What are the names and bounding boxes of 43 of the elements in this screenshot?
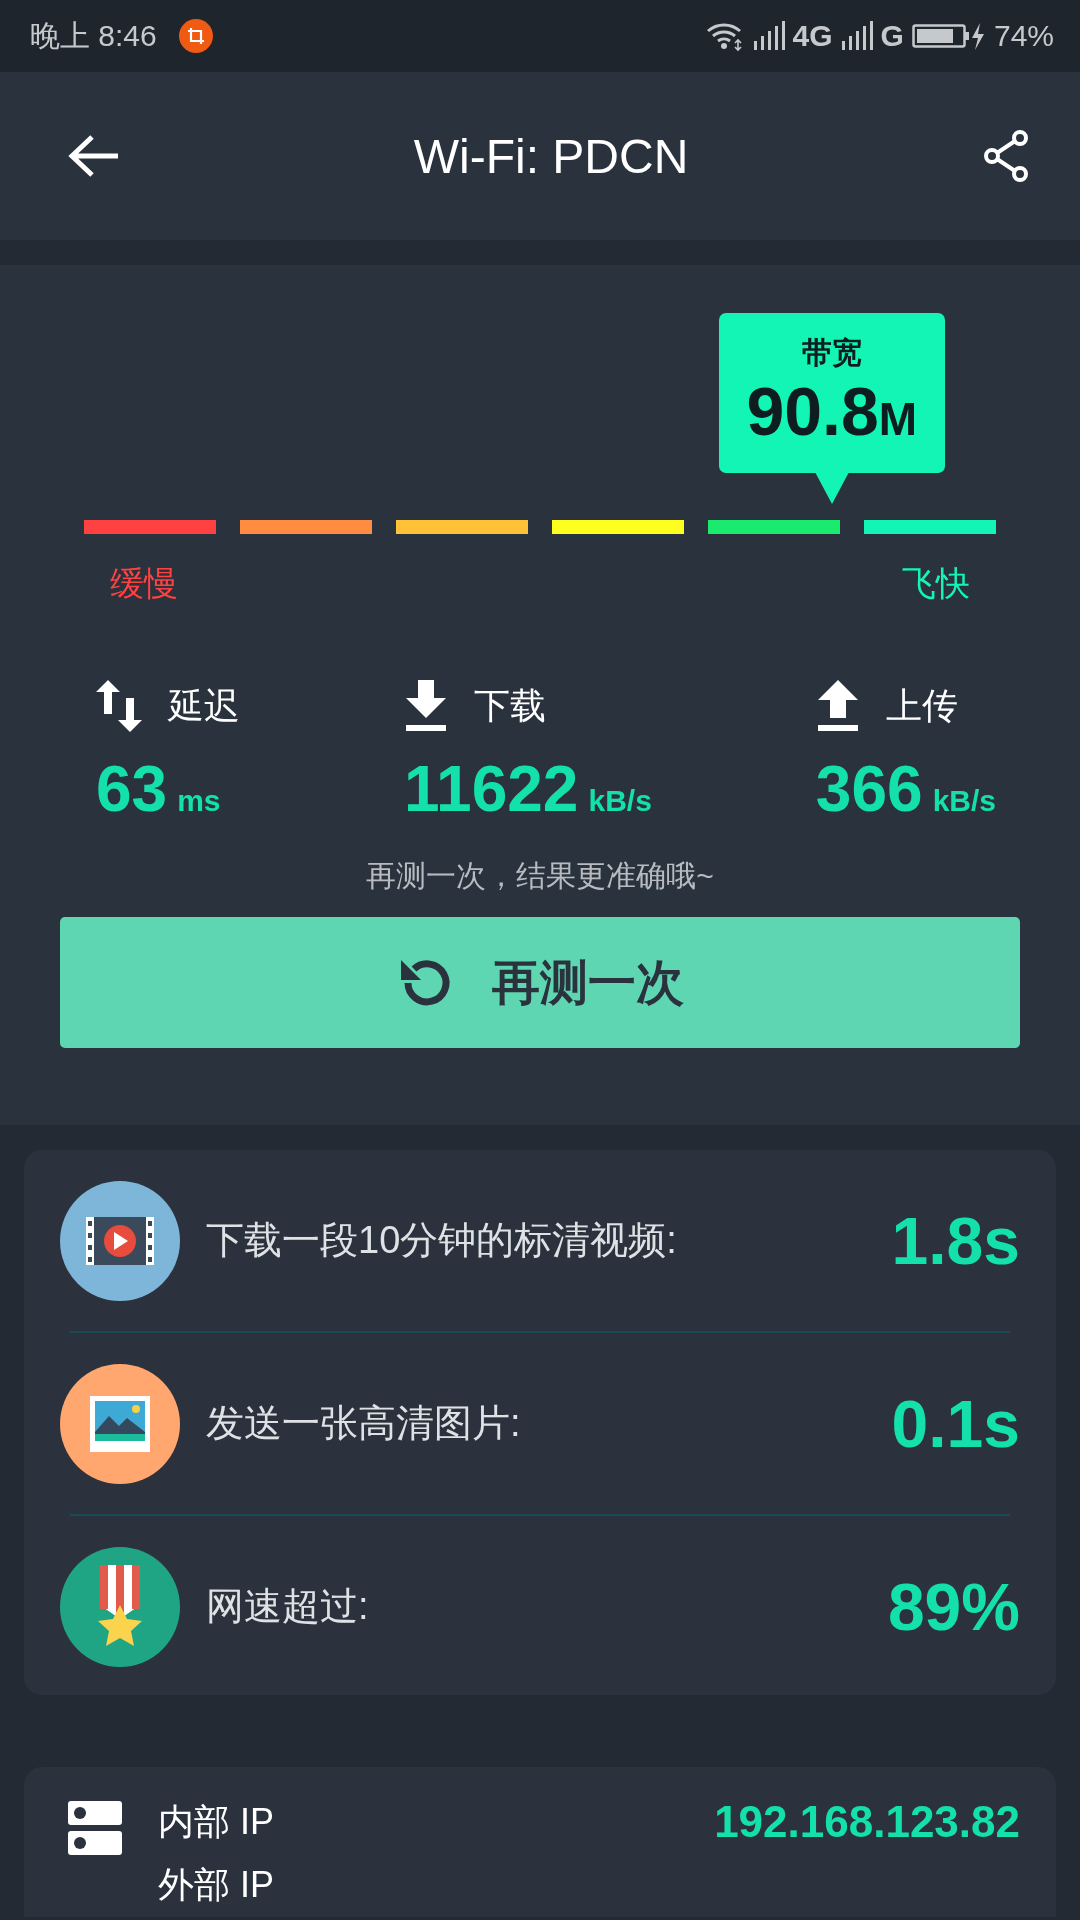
stat-value: 63: [96, 752, 168, 826]
upload-icon: [815, 680, 860, 732]
stat-label: 延迟: [168, 683, 240, 728]
stat-unit: ms: [177, 784, 221, 818]
stat-label: 上传: [885, 683, 958, 728]
share-button[interactable]: [982, 129, 1030, 183]
status-time: 晚上 8:46: [30, 17, 157, 54]
battery-charging-icon: [911, 21, 986, 51]
ip-label: 内部 IP: [158, 1799, 274, 1844]
battery-percent: 74%: [993, 19, 1054, 53]
ip-label: 外部 IP: [158, 1863, 274, 1907]
back-button[interactable]: [68, 134, 120, 178]
ip-address: 192.168.123.82: [714, 1797, 1020, 1847]
stat-label: 下载: [474, 683, 546, 728]
result-value: 1.8s: [891, 1202, 1020, 1279]
stat-unit: kB/s: [932, 784, 996, 818]
result-label: 网速超过:: [206, 1584, 370, 1629]
result-label: 发送一张高清图片:: [206, 1401, 522, 1446]
hint-text: 再测一次，结果更准确哦~: [365, 858, 715, 894]
bandwidth-value: 90.8M: [745, 374, 919, 449]
result-value: 89%: [887, 1568, 1020, 1645]
swap-arrows-icon: [96, 680, 142, 732]
result-value: 0.1s: [891, 1385, 1020, 1462]
download-icon: [404, 680, 448, 732]
result-label: 下载一段10分钟的标清视频:: [206, 1218, 678, 1263]
signal-icon: [752, 21, 785, 51]
server-icon: [68, 1801, 122, 1857]
fast-label: 飞快: [902, 563, 970, 604]
landscape-photo-icon: [60, 1363, 180, 1484]
medal-icon: [60, 1546, 180, 1667]
wifi-icon: [704, 20, 745, 52]
stat-value: 366: [815, 752, 923, 826]
retest-button[interactable]: 再测一次: [60, 917, 1020, 1048]
signal-icon: [840, 21, 873, 51]
stat-value: 11622: [404, 752, 579, 826]
stat-unit: kB/s: [588, 784, 652, 818]
network-type: G: [880, 19, 904, 53]
film-play-icon: [60, 1180, 180, 1301]
crop-icon: [178, 19, 213, 53]
bandwidth-label: 带宽: [800, 335, 863, 371]
slow-label: 缓慢: [110, 563, 178, 604]
page-title: Wi-Fi: PDCN: [413, 128, 689, 184]
network-type: 4G: [792, 19, 833, 53]
